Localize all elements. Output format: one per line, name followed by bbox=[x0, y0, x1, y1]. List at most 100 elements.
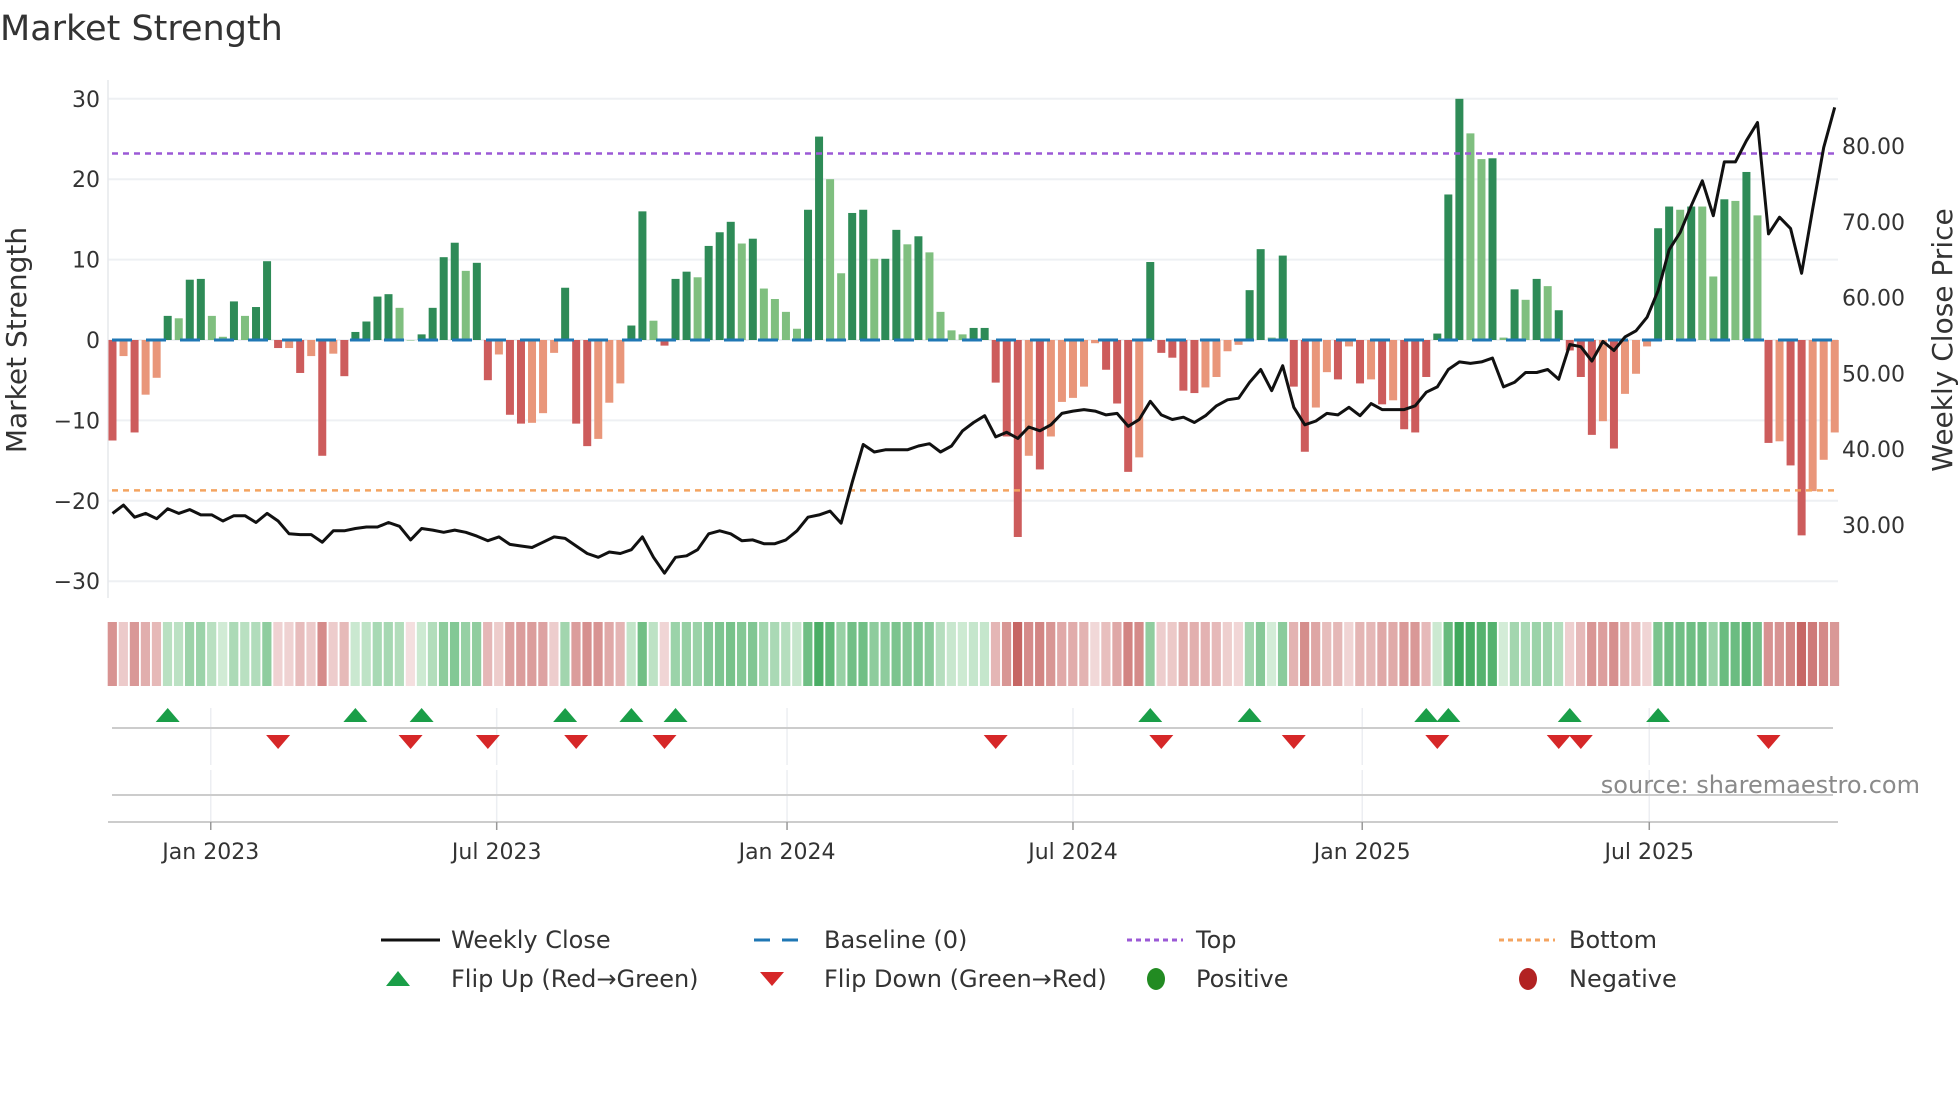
heat-cell bbox=[979, 622, 990, 686]
flip-up-marker bbox=[1414, 708, 1439, 722]
strength-bar bbox=[1609, 340, 1618, 449]
strength-bar bbox=[185, 279, 194, 340]
strength-bar bbox=[804, 209, 813, 340]
heat-cell bbox=[692, 622, 703, 686]
strength-bar bbox=[616, 340, 625, 384]
heat-cell bbox=[372, 622, 382, 686]
strength-bar bbox=[1543, 286, 1552, 340]
strength-bar bbox=[108, 340, 117, 441]
heat-cell bbox=[1101, 622, 1111, 686]
heat-cell bbox=[1730, 622, 1740, 686]
heat-cell bbox=[118, 622, 128, 686]
strength-bar bbox=[296, 340, 305, 373]
source-label: source: sharemaestro.com bbox=[1601, 771, 1920, 799]
strength-bar bbox=[174, 318, 183, 340]
strength-bar bbox=[936, 311, 945, 340]
strength-bar bbox=[770, 298, 779, 340]
heat-cell bbox=[825, 622, 835, 686]
legend-flip-down: Flip Down (Green→Red) bbox=[824, 965, 1107, 993]
heat-cell bbox=[1211, 622, 1221, 686]
strength-bar bbox=[947, 330, 956, 340]
strength-bar bbox=[472, 262, 481, 340]
heat-cell bbox=[438, 622, 449, 686]
heat-cell bbox=[1708, 622, 1718, 686]
flip-up-marker bbox=[343, 708, 368, 722]
x-tick-label: Jul 2023 bbox=[450, 840, 542, 865]
strength-bar bbox=[594, 340, 603, 439]
heat-cell bbox=[1156, 622, 1166, 686]
flip-down-marker bbox=[564, 735, 589, 749]
strength-bar bbox=[583, 340, 592, 447]
heat-cell bbox=[516, 622, 526, 686]
strength-bar bbox=[1753, 215, 1762, 340]
heat-cell bbox=[1399, 622, 1409, 686]
heat-cell bbox=[1598, 622, 1608, 686]
heat-cell bbox=[847, 622, 857, 686]
heat-cell bbox=[1542, 622, 1553, 686]
heat-cell bbox=[770, 622, 780, 686]
strength-bar bbox=[1245, 290, 1254, 340]
heat-cell bbox=[593, 622, 603, 686]
heat-cell bbox=[505, 622, 515, 686]
heat-cell bbox=[284, 622, 294, 686]
strength-bar bbox=[428, 307, 437, 340]
y-tick-label: 0 bbox=[86, 329, 100, 354]
flip-down-marker bbox=[652, 735, 677, 749]
strength-bar bbox=[1687, 206, 1696, 340]
strength-bar bbox=[516, 340, 525, 424]
strength-bars bbox=[108, 98, 1839, 537]
strength-bar bbox=[991, 340, 1000, 383]
heat-cell bbox=[781, 622, 791, 686]
heat-cell bbox=[229, 622, 239, 686]
flip-down-marker bbox=[983, 735, 1008, 749]
strength-bar bbox=[1665, 206, 1674, 340]
strength-bar bbox=[638, 211, 647, 340]
strength-bar bbox=[163, 315, 172, 340]
heat-cell bbox=[1686, 622, 1696, 686]
heat-cell bbox=[803, 622, 813, 686]
heat-cell bbox=[1134, 622, 1144, 686]
flip-down-marker bbox=[1756, 735, 1781, 749]
heat-cell bbox=[615, 622, 625, 686]
heat-cell bbox=[1090, 622, 1100, 686]
strength-bar bbox=[792, 328, 801, 340]
flip-up-marker bbox=[1138, 708, 1163, 722]
heat-cell bbox=[1377, 622, 1387, 686]
heat-cell bbox=[560, 622, 570, 686]
heat-cell bbox=[549, 622, 559, 686]
heat-cell bbox=[1818, 622, 1829, 686]
heat-cell bbox=[472, 622, 482, 686]
heat-cell bbox=[990, 622, 1001, 686]
heat-cell bbox=[1752, 622, 1762, 686]
heat-cell bbox=[1498, 622, 1508, 686]
strength-bar bbox=[605, 340, 614, 403]
heat-cell bbox=[880, 622, 890, 686]
heat-cell bbox=[1300, 622, 1310, 686]
heat-cell bbox=[339, 622, 349, 686]
strength-bar bbox=[1532, 278, 1541, 340]
heat-cell bbox=[792, 622, 802, 686]
strength-bar bbox=[1190, 340, 1199, 394]
strength-bar bbox=[1300, 340, 1309, 452]
heat-cell bbox=[1024, 622, 1034, 686]
flip-up-marker bbox=[1436, 708, 1461, 722]
strength-bar bbox=[1720, 199, 1729, 340]
right-axis-title: Weekly Close Price bbox=[1926, 208, 1959, 471]
strength-bar bbox=[1102, 340, 1111, 370]
strength-bar bbox=[307, 340, 316, 357]
heat-cell bbox=[317, 622, 327, 686]
strength-bar bbox=[1797, 340, 1806, 536]
strength-bar bbox=[329, 340, 338, 354]
strength-bar bbox=[1411, 340, 1420, 433]
strength-bar bbox=[1113, 340, 1122, 404]
strength-bar bbox=[815, 136, 824, 340]
heat-cell bbox=[1288, 622, 1299, 686]
heat-cell bbox=[1807, 622, 1818, 686]
heat-cell bbox=[836, 622, 846, 686]
heat-cell bbox=[1642, 622, 1652, 686]
heat-cell bbox=[449, 622, 460, 686]
heat-cell bbox=[1829, 622, 1840, 686]
strength-bar bbox=[1157, 340, 1166, 353]
y2-tick-label: 30.00 bbox=[1842, 514, 1905, 539]
legend-weekly-close: Weekly Close bbox=[451, 926, 611, 954]
